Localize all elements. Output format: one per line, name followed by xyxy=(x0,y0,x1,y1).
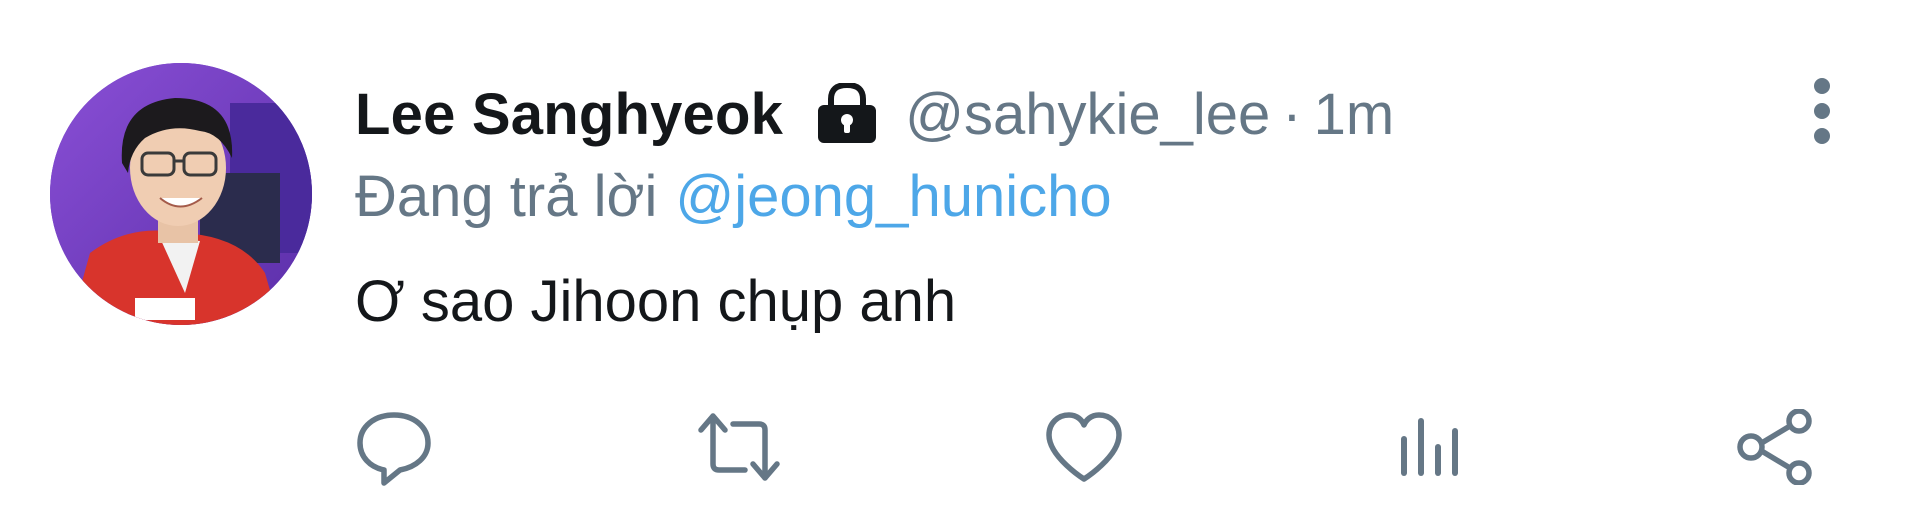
avatar[interactable] xyxy=(50,63,312,325)
retweet-icon xyxy=(698,413,780,481)
lock-icon xyxy=(815,81,879,145)
display-name[interactable]: Lee Sanghyeok xyxy=(355,81,783,148)
reply-context: Đang trả lời @jeong_hunicho xyxy=(355,158,1112,234)
share-icon xyxy=(1737,409,1812,485)
like-button[interactable] xyxy=(1042,405,1126,489)
reply-prefix: Đang trả lời xyxy=(355,163,658,229)
action-bar xyxy=(0,405,1920,495)
heart-icon xyxy=(1046,412,1122,482)
tweet-card: Lee Sanghyeok @sahykie_lee · 1m Đang trả… xyxy=(0,0,1920,512)
reply-button[interactable] xyxy=(352,405,436,489)
user-handle[interactable]: @sahykie_lee xyxy=(905,81,1270,148)
retweet-button[interactable] xyxy=(697,405,781,489)
share-button[interactable] xyxy=(1733,405,1817,489)
timestamp[interactable]: 1m xyxy=(1314,81,1395,148)
separator-dot: · xyxy=(1282,81,1302,147)
bar-chart-icon xyxy=(1401,418,1458,476)
analytics-button[interactable] xyxy=(1388,405,1472,489)
reply-to-link[interactable]: @jeong_hunicho xyxy=(675,163,1111,230)
more-vertical-icon[interactable] xyxy=(1808,76,1836,146)
tweet-text: Ơ sao Jihoon chụp anh xyxy=(355,269,957,334)
avatar-photo xyxy=(50,63,312,325)
tweet-header: Lee Sanghyeok @sahykie_lee · 1m xyxy=(355,78,1394,150)
comment-icon xyxy=(357,412,431,486)
